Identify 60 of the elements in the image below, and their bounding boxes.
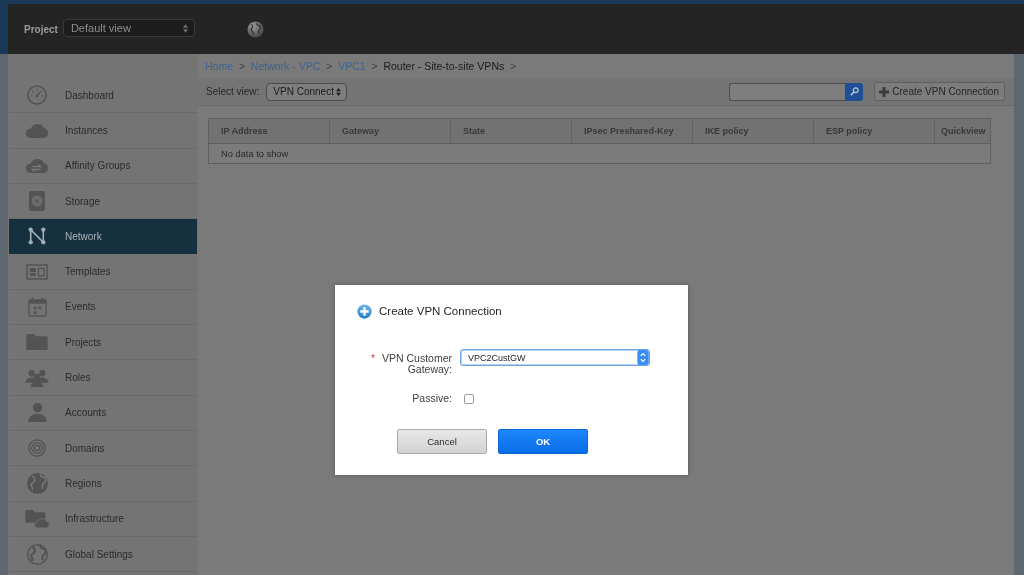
cloud-icon bbox=[25, 122, 49, 138]
field-label: VPN Customer Gateway: bbox=[380, 353, 452, 375]
column-header[interactable]: ESP policy bbox=[814, 119, 935, 143]
dialog-title: Create VPN Connection bbox=[379, 305, 502, 317]
column-header[interactable]: IKE policy bbox=[693, 119, 814, 143]
updown-caret-icon bbox=[336, 87, 342, 96]
globe-icon bbox=[26, 472, 48, 494]
search-button[interactable] bbox=[845, 82, 864, 101]
column-header[interactable]: IP Address bbox=[209, 119, 330, 143]
rings-icon bbox=[28, 439, 46, 458]
sidebar-item[interactable]: Global Settings bbox=[9, 536, 197, 573]
column-header[interactable]: IPsec Preshared-Key bbox=[572, 119, 693, 143]
gauge-icon bbox=[27, 85, 47, 106]
cloud-arrows-icon bbox=[25, 158, 49, 174]
breadcrumb-current: Router - Site-to-site VPNs bbox=[383, 60, 505, 72]
create-vpn-button[interactable]: Create VPN Connection bbox=[874, 82, 1005, 101]
column-header[interactable]: State bbox=[451, 119, 572, 143]
globe-icon bbox=[26, 543, 48, 565]
person-icon bbox=[27, 403, 47, 423]
sidebar-item[interactable]: Dashboard bbox=[9, 78, 197, 114]
sidebar-item[interactable]: Roles bbox=[9, 360, 197, 396]
sidebar-item[interactable]: Projects bbox=[9, 325, 197, 361]
checkbox[interactable] bbox=[464, 394, 474, 404]
gateway-select[interactable]: VPC2CustGW bbox=[460, 349, 650, 366]
cancel-button[interactable]: Cancel bbox=[397, 429, 487, 454]
sidebar-item[interactable]: Accounts bbox=[9, 395, 197, 431]
search-icon bbox=[849, 87, 859, 96]
field-label: Passive: bbox=[411, 393, 452, 404]
breadcrumb-separator: > bbox=[239, 60, 245, 72]
breadcrumb-separator: > bbox=[326, 60, 333, 72]
column-header[interactable]: Quickview bbox=[935, 119, 990, 143]
updown-caret-icon bbox=[637, 350, 649, 365]
network-nodes-icon bbox=[28, 227, 46, 246]
globe-icon[interactable] bbox=[246, 20, 264, 38]
updown-caret-icon bbox=[182, 23, 188, 33]
project-label: Project bbox=[24, 24, 58, 35]
folder-cloud-icon bbox=[24, 509, 50, 529]
plus-icon bbox=[879, 86, 890, 97]
sidebar-item[interactable]: Affinity Groups bbox=[9, 148, 197, 184]
sidebar-item[interactable]: Network bbox=[9, 219, 197, 255]
ok-button[interactable]: OK bbox=[498, 429, 588, 454]
search-field[interactable] bbox=[729, 82, 846, 101]
layout-icon bbox=[26, 263, 48, 280]
sidebar-item[interactable]: Regions bbox=[9, 466, 197, 502]
calendar-icon bbox=[27, 296, 47, 317]
sidebar-item[interactable]: Events bbox=[9, 289, 197, 326]
folder-icon bbox=[26, 334, 48, 351]
people-icon bbox=[25, 368, 49, 387]
sidebar-item[interactable]: Templates bbox=[9, 254, 197, 290]
sidebar-item[interactable]: Instances bbox=[9, 113, 197, 149]
required-mark: * bbox=[370, 353, 375, 364]
breadcrumb-separator: > bbox=[371, 60, 378, 72]
sidebar-item[interactable]: Domains bbox=[9, 430, 197, 467]
project-select[interactable]: Default view bbox=[62, 19, 195, 37]
add-icon bbox=[357, 303, 372, 319]
sidebar-item[interactable]: Infrastructure bbox=[9, 501, 197, 537]
select-view-label: Select view: bbox=[206, 86, 260, 97]
breadcrumb-separator: > bbox=[510, 60, 517, 72]
view-select[interactable]: VPN Connect bbox=[266, 82, 348, 101]
column-header[interactable]: Gateway bbox=[330, 119, 451, 143]
